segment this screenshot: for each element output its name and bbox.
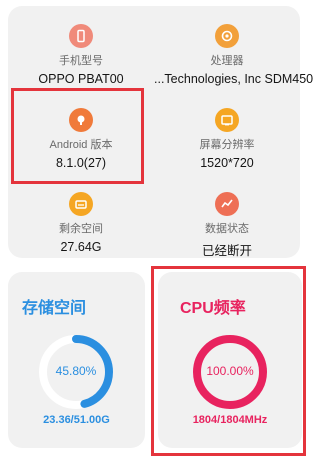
cpu-card-highlight (151, 266, 306, 456)
screen-resolution-value: 1520*720 (200, 156, 254, 170)
processor-icon (215, 24, 239, 48)
screen-resolution-icon (215, 108, 239, 132)
data-status-item: 数据状态 已经断开 (154, 192, 300, 259)
data-status-label: 数据状态 (205, 223, 249, 235)
phone-icon (69, 24, 93, 48)
storage-space-icon (69, 192, 93, 216)
phone-model-value: OPPO PBAT00 (38, 72, 124, 86)
storage-ring: 45.80% (36, 332, 116, 412)
processor-label: 处理器 (210, 55, 244, 67)
processor-item: 处理器 ...Technologies, Inc SDM450 (154, 24, 314, 86)
free-space-label: 剩余空间 (59, 223, 103, 235)
processor-value: ...Technologies, Inc SDM450 (154, 72, 314, 86)
storage-percent: 45.80% (55, 364, 97, 378)
storage-card[interactable]: 存储空间 45.80% 23.36/51.00G (8, 272, 145, 448)
data-status-icon (215, 192, 239, 216)
storage-title: 存储空间 (22, 300, 87, 317)
screen-resolution-label: 屏幕分辨率 (199, 139, 255, 151)
screen-resolution-item: 屏幕分辨率 1520*720 (154, 108, 300, 170)
free-space-item: 剩余空间 27.64G (8, 192, 154, 254)
free-space-value: 27.64G (60, 240, 102, 254)
data-status-value: 已经断开 (201, 244, 252, 258)
storage-detail: 23.36/51.00G (43, 414, 110, 426)
phone-model-label: 手机型号 (59, 55, 103, 67)
phone-model-item: 手机型号 OPPO PBAT00 (8, 24, 154, 86)
android-version-highlight (11, 88, 144, 184)
